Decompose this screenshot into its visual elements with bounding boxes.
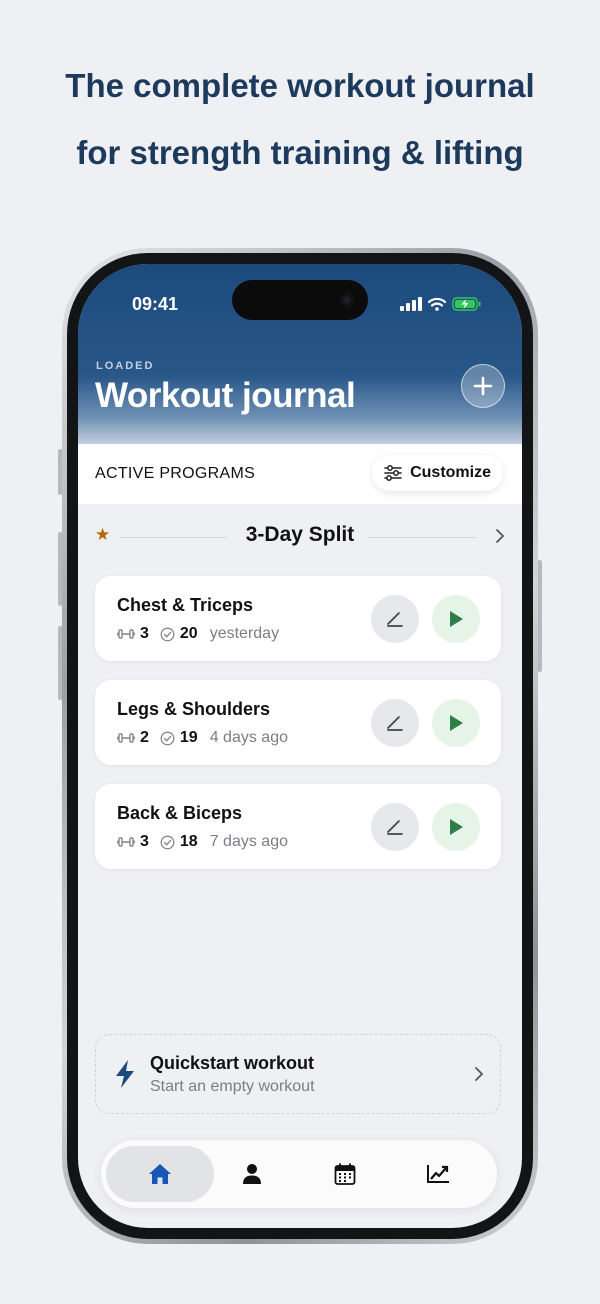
header-eyebrow: LOADED — [96, 360, 155, 372]
workout-card[interactable]: Legs & Shoulders 2 19 4 days ago — [95, 680, 501, 765]
add-workout-button[interactable] — [461, 364, 505, 408]
edit-workout-button[interactable] — [371, 803, 419, 851]
exercise-count: 2 — [140, 729, 149, 746]
chart-line-icon — [427, 1165, 449, 1183]
status-time: 09:41 — [132, 294, 179, 314]
play-icon — [450, 819, 463, 835]
customize-label: Customize — [410, 464, 491, 481]
chevron-right-icon — [475, 1067, 483, 1081]
dumbbell-icon — [117, 837, 135, 847]
chevron-right-icon — [496, 529, 504, 543]
start-workout-button[interactable] — [432, 803, 480, 851]
dynamic-island — [232, 280, 368, 320]
workout-meta: 3 18 7 days ago — [117, 833, 288, 851]
play-icon — [450, 715, 463, 731]
dumbbell-icon — [117, 629, 135, 639]
workout-name: Chest & Triceps — [117, 595, 254, 615]
active-programs-label: ACTIVE PROGRAMS — [95, 465, 256, 482]
check-circle-icon — [160, 731, 175, 745]
workout-name: Legs & Shoulders — [117, 699, 271, 719]
plus-icon — [473, 376, 493, 396]
workout-card[interactable]: Chest & Triceps 3 20 yesterday — [95, 576, 501, 661]
phone-bezel: 09:41 LOADED Workout journal ACTIVE PROG… — [67, 253, 533, 1239]
dumbbell-icon — [117, 733, 135, 743]
tab-bar — [101, 1140, 497, 1208]
set-count: 19 — [179, 729, 198, 746]
pencil-icon — [387, 820, 403, 835]
quickstart-workout-button[interactable]: Quickstart workout Start an empty workou… — [95, 1034, 501, 1114]
check-circle-icon — [160, 835, 175, 849]
workout-meta: 2 19 4 days ago — [117, 729, 288, 747]
last-done: 4 days ago — [209, 729, 288, 746]
quickstart-title: Quickstart workout — [150, 1053, 315, 1073]
tab-profile[interactable] — [198, 1146, 306, 1202]
tab-progress[interactable] — [384, 1146, 492, 1202]
quickstart-subtitle: Start an empty workout — [150, 1078, 315, 1095]
workout-name: Back & Biceps — [117, 803, 243, 823]
program-name: 3-Day Split — [245, 523, 355, 546]
wifi-icon — [428, 297, 446, 311]
lightning-bolt-icon — [116, 1060, 134, 1088]
calendar-icon — [334, 1163, 356, 1185]
cellular-signal-icon — [400, 297, 422, 311]
set-count: 18 — [179, 833, 198, 850]
divider-right — [367, 537, 477, 538]
active-programs-bar: ACTIVE PROGRAMS Customize — [78, 444, 522, 504]
pencil-icon — [387, 716, 403, 731]
program-header[interactable]: ★ 3-Day Split — [95, 522, 505, 552]
customize-button[interactable]: Customize — [372, 455, 503, 491]
marketing-headline: The complete workout journal for strengt… — [0, 52, 600, 186]
edit-workout-button[interactable] — [371, 699, 419, 747]
exercise-count: 3 — [140, 833, 149, 850]
status-icons — [400, 297, 482, 311]
camera-icon — [340, 293, 354, 307]
start-workout-button[interactable] — [432, 595, 480, 643]
last-done: 7 days ago — [209, 833, 288, 850]
set-count: 20 — [179, 625, 198, 642]
exercise-count: 3 — [140, 625, 149, 642]
person-icon — [243, 1164, 261, 1184]
phone-frame: 09:41 LOADED Workout journal ACTIVE PROG… — [62, 248, 538, 1244]
edit-workout-button[interactable] — [371, 595, 419, 643]
tab-calendar[interactable] — [291, 1146, 399, 1202]
play-icon — [450, 611, 463, 627]
page-title: Workout journal — [95, 376, 356, 415]
start-workout-button[interactable] — [432, 699, 480, 747]
pencil-icon — [387, 612, 403, 627]
workout-meta: 3 20 yesterday — [117, 625, 279, 643]
battery-charging-icon — [452, 297, 481, 311]
headline-line-2: for strength training & lifting — [76, 134, 524, 171]
last-done: yesterday — [209, 625, 280, 642]
headline-line-1: The complete workout journal — [65, 67, 535, 104]
sliders-icon — [384, 465, 402, 481]
home-icon — [149, 1164, 171, 1184]
check-circle-icon — [160, 627, 175, 641]
workout-card[interactable]: Back & Biceps 3 18 7 days ago — [95, 784, 501, 869]
app-screen: 09:41 LOADED Workout journal ACTIVE PROG… — [78, 264, 522, 1228]
